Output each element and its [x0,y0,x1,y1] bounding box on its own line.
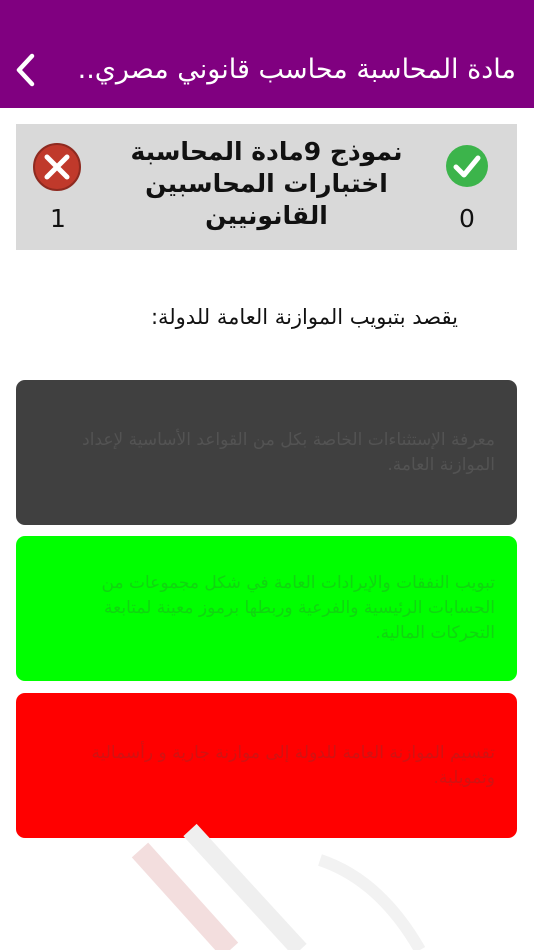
back-button[interactable] [6,48,46,92]
score-panel: 0 نموذج 9مادة المحاسبة اختبارات المحاسبي… [16,124,517,250]
page-title: مادة المحاسبة محاسب قانوني مصري... [76,54,516,85]
answer-option-2[interactable]: تبويب النفقات والإيرادات العامة في شكل م… [16,536,517,681]
app-header: مادة المحاسبة محاسب قانوني مصري... [0,0,534,108]
answer-option-2-text: تبويب النفقات والإيرادات العامة في شكل م… [101,573,495,643]
answer-option-1[interactable]: معرفة الإستثناءات الخاصة بكل من القواعد … [16,380,517,525]
answer-option-1-text: معرفة الإستثناءات الخاصة بكل من القواعد … [82,429,495,475]
test-title: نموذج 9مادة المحاسبة اختبارات المحاسبين … [130,137,403,230]
question-text: يقصد بتبويب الموازنة العامة للدولة: [150,305,458,329]
answer-option-3[interactable]: تقسيم الموازنة العامة للدولة إلى موازنة … [16,693,517,838]
wrong-count: 1 [50,204,66,233]
chevron-left-icon [16,53,35,87]
answer-option-3-text: تقسيم الموازنة العامة للدولة إلى موازنة … [91,742,495,788]
check-circle-icon [446,145,488,187]
watermark-logo [131,823,426,950]
x-circle-icon [33,143,81,191]
correct-count: 0 [459,204,475,233]
